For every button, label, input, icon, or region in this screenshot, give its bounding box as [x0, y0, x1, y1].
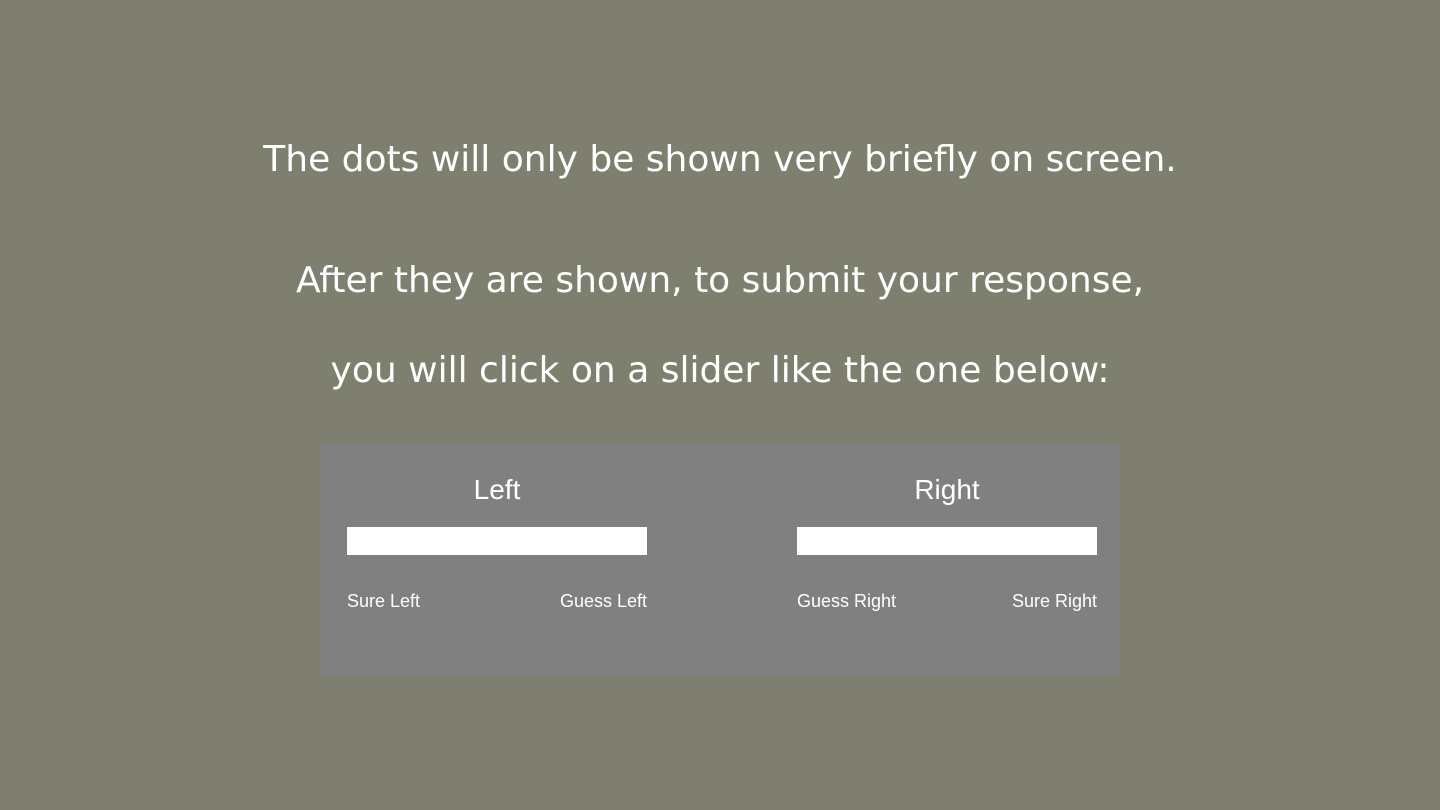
guess-right-label: Guess Right — [797, 591, 897, 611]
right-slider-group: Right Guess Right Sure Right — [797, 445, 1097, 675]
slider-panel: Left Sure Left Guess Left Right Guess Ri… — [320, 445, 1120, 675]
sure-left-label: Sure Left — [347, 591, 421, 611]
right-slider-title: Right — [914, 474, 980, 505]
left-slider-group: Left Sure Left Guess Left — [347, 445, 647, 675]
right-slider-track[interactable] — [797, 527, 1097, 555]
sure-right-label: Sure Right — [1011, 591, 1097, 611]
instruction-line-2: After they are shown, to submit your res… — [295, 260, 1145, 301]
instruction-line-1: The dots will only be shown very briefly… — [263, 139, 1177, 180]
left-slider-title: Left — [473, 474, 521, 505]
instruction-line-3: you will click on a slider like the one … — [330, 350, 1110, 391]
guess-left-label: Guess Left — [559, 591, 647, 611]
left-slider-track[interactable] — [347, 527, 647, 555]
